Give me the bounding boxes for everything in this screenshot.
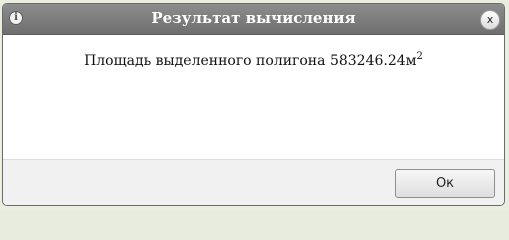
area-message: Площадь выделенного полигона 583246.24м2: [3, 51, 504, 70]
close-button[interactable]: x: [480, 10, 500, 30]
dialog-titlebar[interactable]: i Результат вычисления x: [3, 4, 504, 35]
dialog-footer: Ок: [3, 159, 504, 205]
ok-button[interactable]: Ок: [395, 169, 495, 198]
close-icon: x: [486, 13, 494, 26]
dialog-title: Результат вычисления: [151, 9, 356, 27]
result-dialog: i Результат вычисления x Площадь выделен…: [2, 3, 505, 206]
area-message-text: Площадь выделенного полигона 583246.24м: [84, 53, 417, 69]
dialog-content: Площадь выделенного полигона 583246.24м2: [3, 35, 504, 159]
area-unit-superscript: 2: [416, 51, 423, 62]
